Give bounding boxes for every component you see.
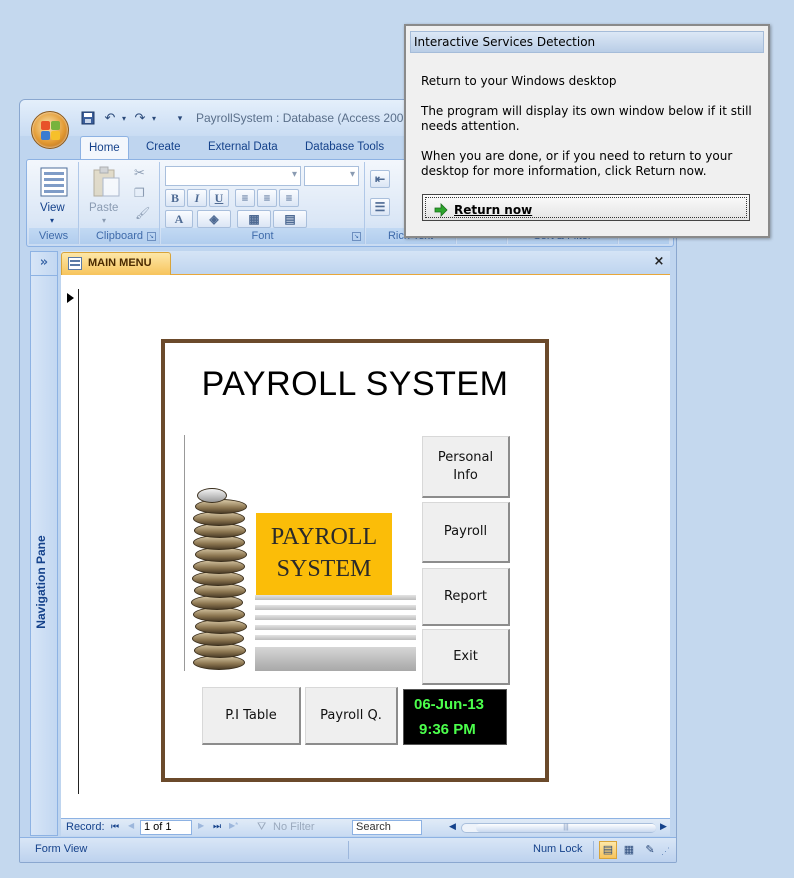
record-selector[interactable] — [61, 289, 79, 794]
clipboard-group: Paste ▾ ✂ ❐ 🖌 Clipboard ↘ — [80, 162, 160, 244]
form-title: PAYROLL SYSTEM — [201, 365, 509, 403]
font-size-combo[interactable] — [304, 166, 359, 186]
form-area: PAYROLL SYSTEM PAYROLL SYSTEM Personal I… — [61, 275, 670, 818]
view-name: Form View — [35, 843, 88, 855]
office-logo-icon — [41, 121, 61, 141]
design-view-icon[interactable]: ✎ — [641, 841, 659, 859]
gridlines-icon[interactable]: ▦ — [237, 210, 271, 228]
copy-icon[interactable]: ❐ — [134, 186, 145, 200]
cut-icon[interactable]: ✂ — [134, 166, 145, 181]
last-record-icon[interactable]: ⏭ — [213, 821, 221, 832]
num-lock-indicator: Num Lock — [533, 843, 583, 855]
banner-text: PAYROLL SYSTEM — [270, 524, 378, 582]
coin-stack-icon — [187, 485, 249, 671]
scroll-left-icon[interactable]: ◀ — [449, 821, 456, 832]
scroll-track[interactable]: ||| — [461, 823, 656, 833]
return-now-button[interactable]: Return now — [422, 194, 750, 221]
payroll-banner-image: PAYROLL SYSTEM — [184, 435, 416, 671]
payroll-button[interactable]: Payroll — [422, 502, 510, 563]
form-icon — [68, 257, 82, 270]
nav-pane-toggle-icon[interactable]: » — [31, 252, 57, 276]
alternate-fill-icon[interactable]: ▤ — [273, 210, 307, 228]
align-left-icon[interactable]: ≡ — [235, 189, 255, 207]
current-record-field[interactable]: 1 of 1 — [140, 820, 192, 835]
close-document-icon[interactable]: × — [651, 254, 667, 270]
tab-home[interactable]: Home — [80, 136, 129, 160]
green-arrow-icon — [434, 203, 448, 217]
navigation-pane-label-wrap: Navigation Pane — [34, 492, 54, 692]
bullets-icon[interactable]: ☰ — [370, 198, 390, 216]
scroll-right-icon[interactable]: ▶ — [660, 821, 667, 832]
filter-status[interactable]: No Filter — [273, 821, 315, 833]
previous-record-icon[interactable]: ◀ — [128, 821, 134, 830]
search-input[interactable]: Search — [352, 820, 422, 835]
payroll-q-button[interactable]: Payroll Q. — [305, 687, 398, 745]
tab-database-tools[interactable]: Database Tools — [297, 136, 392, 160]
new-record-icon[interactable]: ▶* — [229, 821, 238, 830]
scroll-thumb[interactable]: ||| — [476, 824, 656, 832]
current-record-arrow-icon — [67, 293, 74, 303]
paste-dropdown-icon[interactable]: ▾ — [102, 216, 106, 225]
main-menu-tab-label: MAIN MENU — [88, 257, 152, 269]
format-painter-icon[interactable]: 🖌 — [135, 206, 150, 220]
payroll-menu-frame: PAYROLL SYSTEM PAYROLL SYSTEM Personal I… — [161, 339, 549, 782]
save-icon[interactable] — [80, 111, 96, 127]
paste-icon[interactable] — [90, 166, 122, 198]
isd-dialog: Interactive Services Detection Return to… — [404, 24, 770, 238]
clock-display: 06-Jun-13 9:36 PM — [403, 689, 507, 745]
tab-main-menu[interactable]: MAIN MENU — [61, 252, 171, 275]
views-group-label: Views — [29, 228, 78, 244]
underline-button[interactable]: U — [209, 189, 229, 207]
undo-dropdown-icon[interactable]: ▾ — [116, 111, 132, 127]
app-title: PayrollSystem : Database (Access 2007) — [196, 111, 415, 125]
fill-color-icon[interactable]: ◈ — [197, 210, 231, 228]
paste-button[interactable]: Paste — [89, 202, 118, 214]
record-label: Record: — [66, 821, 105, 833]
font-launcher-icon[interactable]: ↘ — [352, 232, 361, 241]
record-navigation-bar: Record: ⏮ ◀ 1 of 1 ▶ ⏭ ▶* ⛛ No Filter Se… — [61, 818, 670, 836]
personal-info-button[interactable]: Personal Info — [422, 436, 510, 498]
tab-create[interactable]: Create — [138, 136, 189, 160]
italic-button[interactable]: I — [187, 189, 207, 207]
align-center-icon[interactable]: ≡ — [257, 189, 277, 207]
office-button[interactable] — [31, 111, 69, 149]
isd-line-2: The program will display its own window … — [421, 104, 752, 133]
font-color-button[interactable]: A — [165, 210, 193, 228]
clock-time: 9:36 PM — [419, 721, 476, 738]
isd-title: Interactive Services Detection — [410, 31, 764, 53]
tab-external-data[interactable]: External Data — [200, 136, 286, 160]
font-name-combo[interactable] — [165, 166, 301, 186]
font-group: B I U ≡ ≡ ≡ A ◈ ▦ ▤ Font ↘ — [161, 162, 365, 244]
isd-line-3: When you are done, or if you need to ret… — [421, 149, 733, 178]
clock-date: 06-Jun-13 — [414, 696, 485, 713]
font-group-label: Font — [161, 228, 364, 244]
clipboard-launcher-icon[interactable]: ↘ — [147, 232, 156, 241]
horizontal-scrollbar[interactable]: ◀ ||| ▶ — [447, 821, 669, 835]
exit-button[interactable]: Exit — [422, 629, 510, 685]
status-bar: Form View Num Lock ▤ ▦ ✎ ⋰ — [20, 837, 676, 862]
form-view-icon[interactable]: ▤ — [599, 841, 617, 859]
banner-yellow-box: PAYROLL SYSTEM — [256, 513, 392, 595]
isd-line-1: Return to your Windows desktop — [421, 74, 617, 88]
navigation-pane-label: Navigation Pane — [34, 535, 48, 629]
customize-icon[interactable]: ▾ — [172, 111, 188, 127]
view-icon[interactable] — [38, 166, 70, 198]
decrease-indent-icon[interactable]: ⇤ — [370, 170, 390, 188]
report-button[interactable]: Report — [422, 568, 510, 626]
view-button[interactable]: View — [40, 202, 65, 214]
views-group: View ▾ Views — [29, 162, 79, 244]
layout-view-icon[interactable]: ▦ — [620, 841, 638, 859]
return-now-label: Return now — [454, 203, 533, 217]
pi-table-button[interactable]: P.I Table — [202, 687, 301, 745]
next-record-icon[interactable]: ▶ — [198, 821, 204, 830]
view-dropdown-icon[interactable]: ▾ — [50, 216, 54, 225]
align-right-icon[interactable]: ≡ — [279, 189, 299, 207]
bold-button[interactable]: B — [165, 189, 185, 207]
redo-dropdown-icon[interactable]: ▾ — [146, 111, 162, 127]
resize-grip-icon[interactable]: ⋰ — [661, 846, 670, 857]
first-record-icon[interactable]: ⏮ — [111, 821, 119, 832]
document-tab-bar: MAIN MENU × — [61, 251, 670, 275]
filter-icon[interactable]: ⛛ — [257, 821, 266, 834]
navigation-pane[interactable]: » Navigation Pane — [30, 251, 58, 836]
